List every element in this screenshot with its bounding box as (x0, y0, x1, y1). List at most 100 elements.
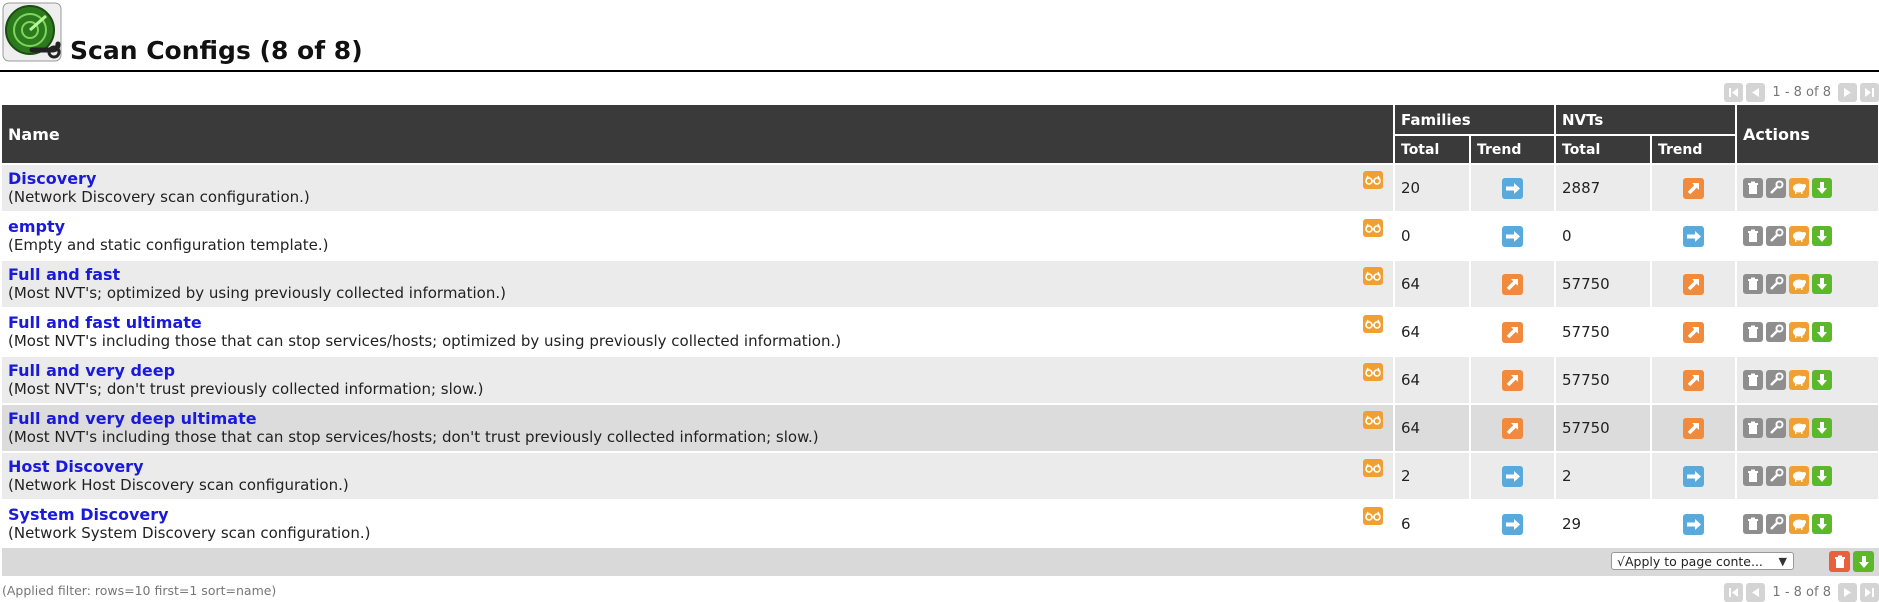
clone-sheep-icon[interactable] (1789, 418, 1809, 438)
export-download-icon[interactable] (1812, 178, 1832, 198)
chevron-down-icon: ▼ (1778, 555, 1787, 568)
config-name-link[interactable]: empty (8, 217, 1387, 236)
actions-cell (1736, 308, 1879, 357)
glasses-icon[interactable] (1363, 363, 1383, 381)
pagination-bottom: 1 - 8 of 8 (1724, 582, 1879, 602)
table-row: Full and fast ultimate (Most NVT's includ… (2, 308, 1879, 357)
bulk-trash-icon[interactable] (1829, 551, 1850, 572)
trend-same-icon (1502, 225, 1523, 247)
export-download-icon[interactable] (1812, 514, 1832, 534)
trash-icon[interactable] (1743, 370, 1763, 390)
trend-up-icon (1683, 177, 1704, 199)
nvts-total: 57750 (1555, 356, 1652, 405)
pagination-count-bottom: 1 - 8 of 8 (1772, 584, 1831, 600)
glasses-icon[interactable] (1363, 459, 1383, 477)
edit-wrench-icon[interactable] (1766, 274, 1786, 294)
scan-configs-table: Name Families NVTs Actions Total Trend T… (2, 105, 1879, 549)
actions-cell (1736, 404, 1879, 453)
families-total: 20 (1394, 164, 1471, 213)
families-total: 64 (1394, 356, 1471, 405)
nvts-total: 29 (1555, 500, 1652, 549)
next-page-icon[interactable] (1838, 582, 1857, 602)
config-name-link[interactable]: Full and very deep (8, 361, 1387, 380)
config-comment: (Empty and static configuration template… (8, 236, 329, 254)
column-header-name[interactable]: Name (2, 105, 1395, 165)
trash-icon[interactable] (1743, 226, 1763, 246)
nvts-trend-cell (1651, 452, 1737, 501)
edit-wrench-icon[interactable] (1766, 178, 1786, 198)
trash-icon[interactable] (1743, 418, 1763, 438)
trash-icon[interactable] (1743, 322, 1763, 342)
edit-wrench-icon[interactable] (1766, 514, 1786, 534)
clone-sheep-icon[interactable] (1789, 226, 1809, 246)
glasses-icon[interactable] (1363, 315, 1383, 333)
clone-sheep-icon[interactable] (1789, 514, 1809, 534)
config-comment: (Most NVT's including those that can sto… (8, 428, 819, 446)
export-download-icon[interactable] (1812, 274, 1832, 294)
applied-filter-note: (Applied filter: rows=10 first=1 sort=na… (2, 583, 277, 598)
trend-up-icon (1683, 417, 1704, 439)
edit-wrench-icon[interactable] (1766, 226, 1786, 246)
config-name-link[interactable]: Full and very deep ultimate (8, 409, 1387, 428)
apply-to-select[interactable]: √Apply to page conte... ▼ (1611, 552, 1794, 570)
clone-sheep-icon[interactable] (1789, 274, 1809, 294)
trend-up-icon (1502, 273, 1523, 295)
trash-icon[interactable] (1743, 274, 1763, 294)
scan-configs-page: Scan Configs (8 of 8) 1 - 8 of 8 Name Fa… (0, 0, 1879, 602)
clone-sheep-icon[interactable] (1789, 466, 1809, 486)
name-cell: Full and very deep (Most NVT's; don't tru… (2, 356, 1395, 405)
clone-sheep-icon[interactable] (1789, 370, 1809, 390)
column-header-nvts-total[interactable]: Total (1555, 135, 1652, 165)
families-total: 0 (1394, 212, 1471, 261)
edit-wrench-icon[interactable] (1766, 322, 1786, 342)
glasses-icon[interactable] (1363, 411, 1383, 429)
actions-cell (1736, 164, 1879, 213)
last-page-icon[interactable] (1860, 582, 1879, 602)
edit-wrench-icon[interactable] (1766, 418, 1786, 438)
glasses-icon[interactable] (1363, 219, 1383, 237)
config-name-link[interactable]: Full and fast ultimate (8, 313, 1387, 332)
export-download-icon[interactable] (1812, 370, 1832, 390)
edit-wrench-icon[interactable] (1766, 466, 1786, 486)
trash-icon[interactable] (1743, 466, 1763, 486)
table-row: Discovery (Network Discovery scan configu… (2, 164, 1879, 213)
config-name-link[interactable]: Full and fast (8, 265, 1387, 284)
column-header-nvts[interactable]: NVTs (1555, 105, 1737, 137)
column-header-families-total[interactable]: Total (1394, 135, 1471, 165)
next-page-icon[interactable] (1838, 82, 1857, 102)
glasses-icon[interactable] (1363, 507, 1383, 525)
previous-page-icon[interactable] (1746, 582, 1766, 602)
trend-up-icon (1683, 321, 1704, 343)
config-comment: (Network Discovery scan configuration.) (8, 188, 310, 206)
config-name-link[interactable]: Discovery (8, 169, 1387, 188)
trend-up-icon (1502, 417, 1523, 439)
nvts-trend-cell (1651, 308, 1737, 357)
previous-page-icon[interactable] (1746, 82, 1766, 102)
trash-icon[interactable] (1743, 178, 1763, 198)
config-comment: (Most NVT's; don't trust previously coll… (8, 380, 484, 398)
pagination-top: 1 - 8 of 8 (1724, 82, 1879, 102)
export-download-icon[interactable] (1812, 418, 1832, 438)
clone-sheep-icon[interactable] (1789, 322, 1809, 342)
bulk-export-download-icon[interactable] (1853, 551, 1874, 572)
trash-icon[interactable] (1743, 514, 1763, 534)
export-download-icon[interactable] (1812, 322, 1832, 342)
column-header-actions: Actions (1736, 105, 1879, 165)
config-name-link[interactable]: System Discovery (8, 505, 1387, 524)
export-download-icon[interactable] (1812, 226, 1832, 246)
column-header-families[interactable]: Families (1394, 105, 1556, 137)
glasses-icon[interactable] (1363, 171, 1383, 189)
column-header-nvts-trend[interactable]: Trend (1651, 135, 1737, 165)
last-page-icon[interactable] (1860, 82, 1879, 102)
table-row: Full and fast (Most NVT's; optimized by u… (2, 260, 1879, 309)
first-page-icon[interactable] (1724, 82, 1744, 102)
export-download-icon[interactable] (1812, 466, 1832, 486)
first-page-icon[interactable] (1724, 582, 1744, 602)
edit-wrench-icon[interactable] (1766, 370, 1786, 390)
config-name-link[interactable]: Host Discovery (8, 457, 1387, 476)
column-header-families-trend[interactable]: Trend (1470, 135, 1556, 165)
nvts-trend-cell (1651, 404, 1737, 453)
clone-sheep-icon[interactable] (1789, 178, 1809, 198)
nvts-trend-cell (1651, 164, 1737, 213)
glasses-icon[interactable] (1363, 267, 1383, 285)
